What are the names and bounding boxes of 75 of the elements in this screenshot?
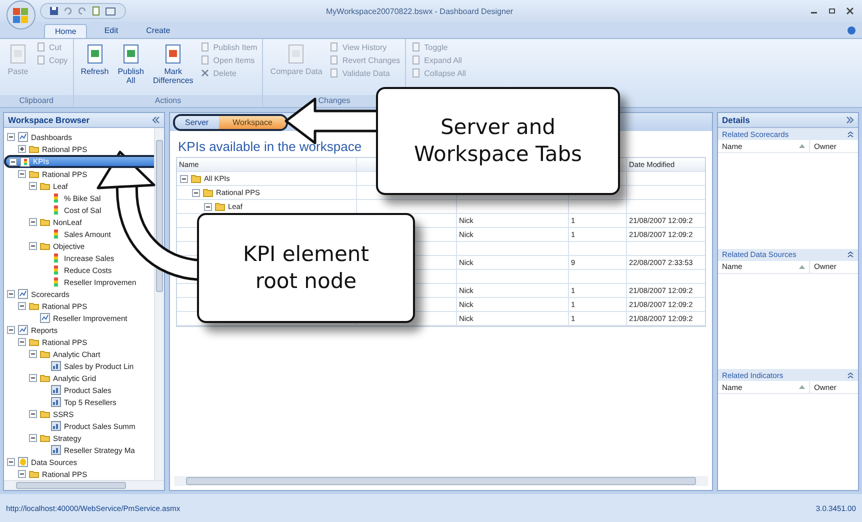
collapse-icon[interactable] bbox=[847, 130, 854, 138]
kpi-icon bbox=[51, 253, 61, 263]
section-title: KPIs available in the workspace bbox=[178, 139, 362, 154]
collapse-icon[interactable] bbox=[152, 116, 160, 124]
chart-icon bbox=[51, 445, 61, 455]
close-icon[interactable] bbox=[846, 7, 854, 15]
folder-icon bbox=[40, 241, 50, 251]
sort-icon bbox=[799, 264, 805, 269]
collapse-toggle-icon[interactable] bbox=[18, 470, 26, 478]
panel-title: Workspace Browser bbox=[8, 115, 90, 125]
kpi-icon bbox=[51, 277, 61, 287]
ribbon-tab[interactable]: Home bbox=[44, 24, 88, 38]
folder-icon bbox=[40, 409, 50, 419]
tab[interactable]: Server bbox=[175, 116, 219, 128]
kpi-icon bbox=[51, 193, 61, 203]
expand-toggle-icon[interactable] bbox=[18, 145, 26, 153]
kpi-icon bbox=[51, 229, 61, 239]
kpi-icon bbox=[51, 265, 61, 275]
collapse-toggle-icon[interactable] bbox=[7, 326, 15, 334]
document-icon[interactable] bbox=[105, 6, 117, 16]
folder-icon bbox=[40, 433, 50, 443]
collapse-toggle-icon[interactable] bbox=[29, 182, 37, 190]
collapse-toggle-icon[interactable] bbox=[204, 202, 212, 210]
scrollbar[interactable] bbox=[4, 480, 164, 490]
collapse-icon[interactable] bbox=[847, 251, 854, 258]
chart-icon bbox=[51, 361, 61, 371]
sort-icon bbox=[799, 385, 805, 390]
panel-title: Details bbox=[722, 115, 750, 125]
scrollbar[interactable] bbox=[154, 128, 164, 480]
scrollbar[interactable] bbox=[174, 476, 708, 486]
collapse-toggle-icon[interactable] bbox=[29, 434, 37, 442]
group-label: Actions bbox=[74, 95, 262, 107]
document-icon bbox=[329, 68, 340, 78]
callout: KPI element root node bbox=[197, 213, 415, 323]
chart-icon bbox=[51, 385, 61, 395]
kpi-icon bbox=[51, 205, 61, 215]
collapse-toggle-icon[interactable] bbox=[7, 290, 15, 298]
collapse-toggle-icon[interactable] bbox=[7, 133, 15, 141]
chart-icon bbox=[51, 421, 61, 431]
collapse-toggle-icon[interactable] bbox=[9, 158, 17, 166]
expand-icon[interactable] bbox=[846, 116, 854, 124]
folder-icon bbox=[40, 373, 50, 383]
collapse-toggle-icon[interactable] bbox=[192, 188, 200, 196]
sort-icon bbox=[799, 144, 805, 148]
maximize-icon[interactable] bbox=[828, 7, 836, 15]
document-icon bbox=[200, 42, 210, 52]
collapse-toggle-icon[interactable] bbox=[29, 410, 37, 418]
kpi-icon bbox=[20, 156, 30, 166]
collapse-toggle-icon[interactable] bbox=[29, 374, 37, 382]
collapse-toggle-icon[interactable] bbox=[18, 170, 26, 178]
ribbon-button[interactable]: Mark Differences bbox=[150, 42, 196, 95]
folder-icon bbox=[29, 301, 39, 311]
collapse-toggle-icon[interactable] bbox=[18, 338, 26, 346]
collapse-toggle-icon[interactable] bbox=[29, 350, 37, 358]
collapse-icon[interactable] bbox=[847, 372, 854, 379]
database-icon bbox=[18, 457, 28, 467]
collapse-toggle-icon[interactable] bbox=[29, 242, 37, 250]
chart-icon bbox=[51, 397, 61, 407]
group-label: Clipboard bbox=[0, 95, 73, 107]
ribbon-tab[interactable]: Edit bbox=[93, 23, 130, 38]
tab[interactable]: Workspace bbox=[218, 116, 286, 128]
collapse-toggle-icon[interactable] bbox=[7, 458, 15, 466]
callout: Server and Workspace Tabs bbox=[376, 87, 620, 195]
collapse-toggle-icon[interactable] bbox=[18, 302, 26, 310]
window-title: MyWorkspace20070822.bswx - Dashboard Designer bbox=[326, 6, 514, 16]
save-icon[interactable] bbox=[49, 6, 59, 16]
collapse-toggle-icon[interactable] bbox=[29, 218, 37, 226]
collapse-toggle-icon[interactable] bbox=[180, 174, 188, 182]
document-icon bbox=[200, 55, 210, 65]
document-icon[interactable] bbox=[91, 6, 101, 16]
folder-icon bbox=[40, 217, 50, 227]
cross-icon bbox=[200, 68, 210, 78]
ribbon-tab[interactable]: Create bbox=[135, 23, 182, 38]
ribbon-button[interactable]: Refresh bbox=[78, 42, 111, 95]
ribbon-button[interactable]: Publish All bbox=[116, 42, 146, 95]
